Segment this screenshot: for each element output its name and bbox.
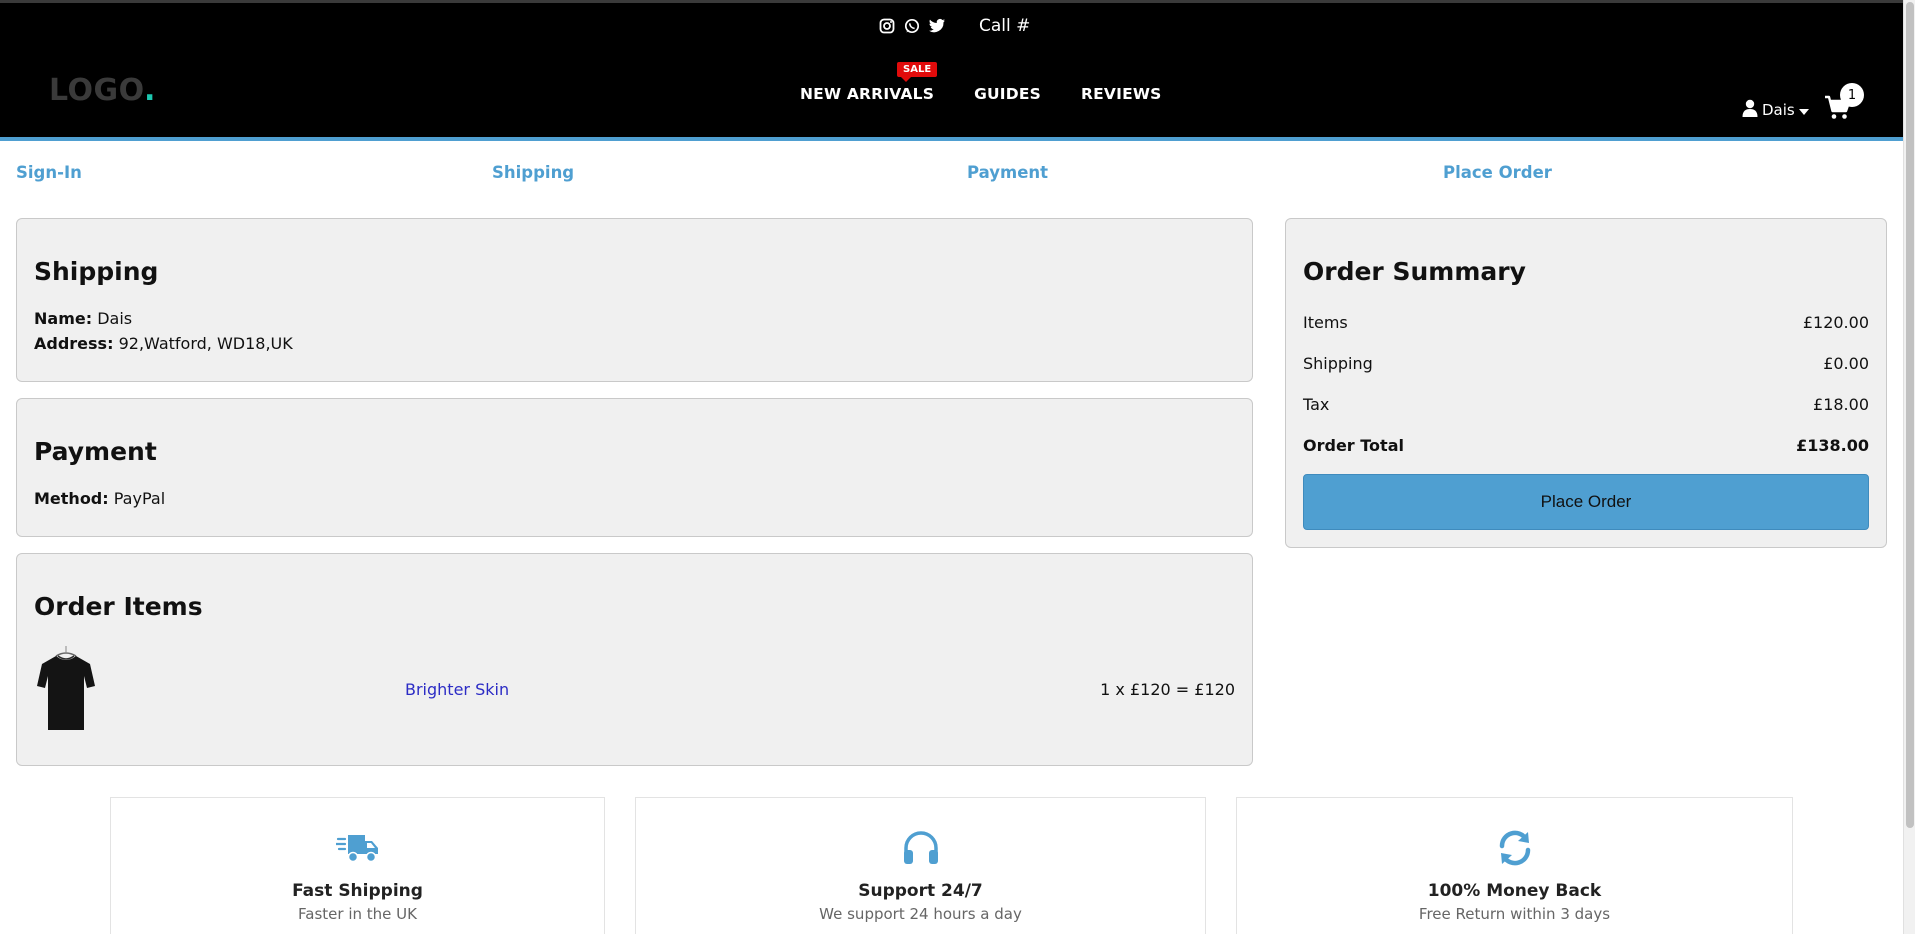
cart-count-badge: 1 (1840, 83, 1864, 107)
truck-icon (334, 829, 380, 867)
payment-title: Payment (34, 437, 157, 466)
shipping-title: Shipping (34, 257, 159, 286)
logo-dot: . (144, 73, 156, 108)
main-nav: NEW ARRIVALS GUIDES REVIEWS (800, 85, 1162, 103)
logo-text: LOGO (49, 73, 145, 108)
payment-panel: Payment Method: PayPal (16, 398, 1253, 537)
page-scrollbar[interactable] (1903, 0, 1915, 934)
step-sign-in[interactable]: Sign-In (16, 163, 82, 182)
shipping-address-label: Address: (34, 334, 114, 353)
product-image (34, 644, 98, 734)
feature-title: Support 24/7 (858, 881, 983, 901)
step-place-order[interactable]: Place Order (1443, 163, 1552, 182)
summary-row-shipping: Shipping £0.00 (1303, 354, 1869, 373)
logo[interactable]: LOGO. (49, 73, 156, 108)
summary-shipping-label: Shipping (1303, 354, 1373, 373)
feature-title: Fast Shipping (292, 881, 423, 901)
shipping-name: Name: Dais (34, 309, 132, 328)
place-order-button[interactable]: Place Order (1303, 474, 1869, 530)
feature-support: Support 24/7 We support 24 hours a day (635, 797, 1206, 934)
order-items-title: Order Items (34, 592, 203, 621)
feature-subtitle: Faster in the UK (298, 905, 417, 923)
site-header: Call # LOGO. SALE NEW ARRIVALS GUIDES RE… (0, 0, 1903, 141)
scrollbar-thumb[interactable] (1906, 2, 1914, 828)
shipping-panel: Shipping Name: Dais Address: 92,Watford,… (16, 218, 1253, 382)
nav-new-arrivals[interactable]: NEW ARRIVALS (800, 85, 934, 103)
shipping-address-value: 92,Watford, WD18,UK (118, 334, 293, 353)
feature-title: 100% Money Back (1427, 881, 1602, 901)
summary-total-label: Order Total (1303, 436, 1404, 455)
shipping-address: Address: 92,Watford, WD18,UK (34, 334, 293, 353)
top-bar: Call # (0, 16, 1903, 38)
shipping-name-value: Dais (97, 309, 133, 328)
summary-row-total: Order Total £138.00 (1303, 436, 1869, 455)
order-item-row: Brighter Skin 1 x £120 = £120 (34, 644, 1235, 734)
step-shipping[interactable]: Shipping (492, 163, 574, 182)
instagram-icon[interactable] (878, 17, 896, 35)
feature-money-back: 100% Money Back Free Return within 3 day… (1236, 797, 1793, 934)
headphones-icon (899, 829, 943, 867)
order-summary-panel: Order Summary Items £120.00 Shipping £0.… (1285, 218, 1887, 548)
product-price-line: 1 x £120 = £120 (1100, 680, 1235, 699)
summary-tax-label: Tax (1303, 395, 1330, 414)
summary-items-value: £120.00 (1802, 313, 1869, 332)
checkout-steps: Sign-In Shipping Payment Place Order (16, 163, 1906, 185)
user-menu[interactable]: Dais (1742, 99, 1809, 121)
payment-method-label: Method: (34, 489, 109, 508)
call-link[interactable]: Call # (979, 16, 1030, 36)
order-items-panel: Order Items Brighter Skin 1 x £120 = £12… (16, 553, 1253, 766)
product-link[interactable]: Brighter Skin (405, 680, 509, 699)
nav-guides[interactable]: GUIDES (974, 85, 1041, 103)
refresh-icon (1493, 829, 1537, 867)
summary-total-value: £138.00 (1796, 436, 1869, 455)
caret-down-icon (1798, 101, 1809, 119)
whatsapp-icon[interactable] (903, 17, 921, 35)
summary-row-tax: Tax £18.00 (1303, 395, 1869, 414)
summary-items-label: Items (1303, 313, 1348, 332)
order-summary-title: Order Summary (1303, 257, 1526, 286)
twitter-icon[interactable] (928, 17, 946, 35)
summary-tax-value: £18.00 (1813, 395, 1869, 414)
shipping-name-label: Name: (34, 309, 93, 328)
step-payment[interactable]: Payment (967, 163, 1048, 182)
user-icon (1742, 99, 1758, 121)
summary-shipping-value: £0.00 (1823, 354, 1869, 373)
feature-subtitle: Free Return within 3 days (1418, 905, 1611, 923)
user-name: Dais (1762, 101, 1795, 119)
payment-method-value: PayPal (113, 489, 166, 508)
nav-reviews[interactable]: REVIEWS (1081, 85, 1162, 103)
checkout-page: Call # LOGO. SALE NEW ARRIVALS GUIDES RE… (0, 0, 1915, 934)
summary-row-items: Items £120.00 (1303, 313, 1869, 332)
payment-method: Method: PayPal (34, 489, 165, 508)
feature-subtitle: We support 24 hours a day (819, 905, 1022, 923)
feature-fast-shipping: Fast Shipping Faster in the UK (110, 797, 605, 934)
social-links (878, 17, 946, 35)
sale-badge: SALE (897, 62, 938, 82)
